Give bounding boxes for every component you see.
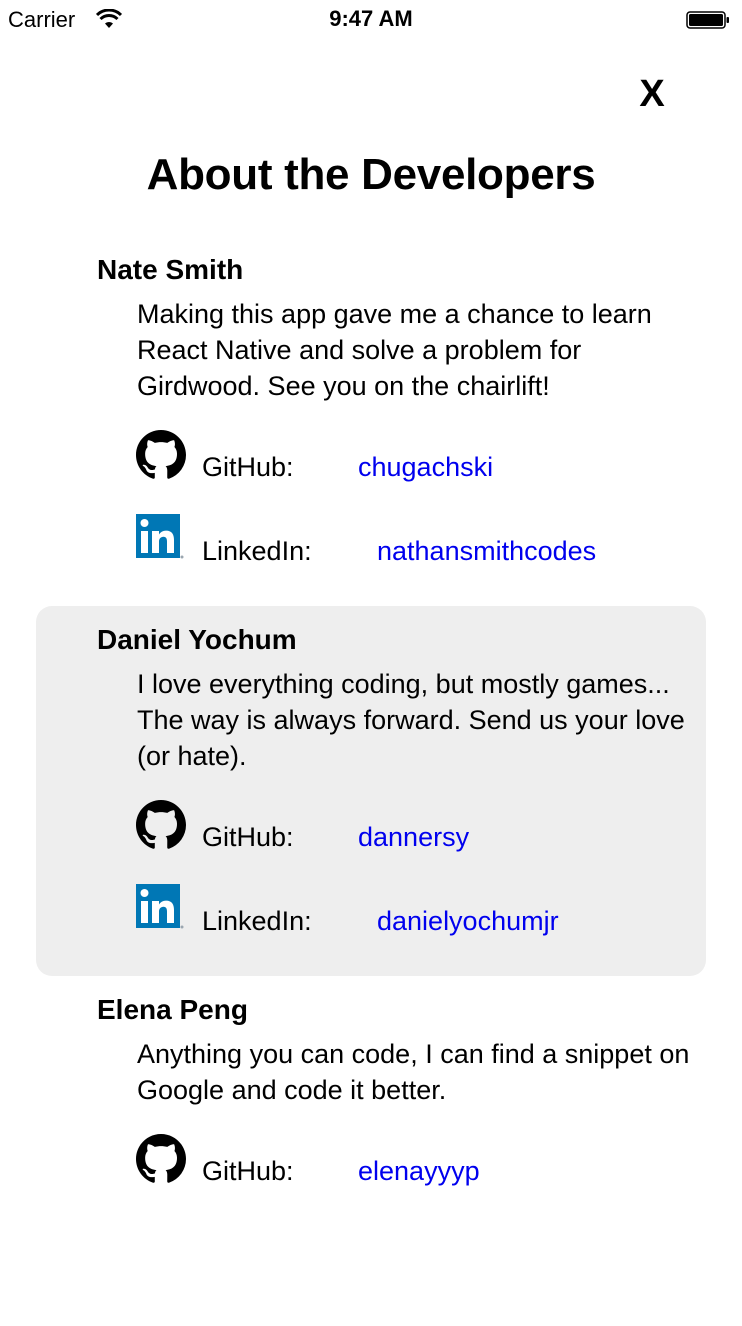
developer-card: Nate Smith Making this app gave me a cha… [36, 236, 706, 606]
linkedin-link[interactable]: nathansmithcodes [377, 536, 596, 567]
linkedin-icon[interactable] [136, 884, 186, 934]
github-icon[interactable] [136, 430, 186, 480]
developer-bio: I love everything coding, but mostly gam… [137, 669, 685, 771]
linkedin-label: LinkedIn: [202, 536, 312, 566]
developer-card-highlighted: Daniel Yochum I love everything coding, … [36, 606, 706, 976]
github-link[interactable]: dannersy [358, 822, 469, 853]
status-bar: Carrier 9:47 AM [0, 0, 742, 40]
developer-bio: Anything you can code, I can find a snip… [137, 1039, 690, 1105]
linkedin-label: LinkedIn: [202, 906, 312, 936]
github-icon[interactable] [136, 800, 186, 850]
developer-card: Elena Peng Anything you can code, I can … [36, 976, 706, 1216]
github-label: GitHub: [202, 822, 294, 852]
close-button[interactable]: X [632, 72, 672, 116]
clock: 9:47 AM [329, 6, 413, 31]
linkedin-icon[interactable] [136, 514, 186, 564]
page-title: About the Developers [146, 150, 596, 199]
developer-name: Daniel Yochum [97, 624, 297, 655]
github-label: GitHub: [202, 452, 294, 482]
developer-name: Nate Smith [97, 254, 244, 285]
developer-bio: Making this app gave me a chance to lear… [137, 299, 652, 401]
battery-icon [686, 11, 729, 29]
github-link[interactable]: chugachski [358, 452, 493, 483]
linkedin-link[interactable]: danielyochumjr [377, 906, 559, 937]
github-icon[interactable] [136, 1134, 186, 1184]
github-label: GitHub: [202, 1156, 294, 1186]
github-link[interactable]: elenayyyp [358, 1156, 480, 1187]
developer-name: Elena Peng [97, 994, 248, 1025]
